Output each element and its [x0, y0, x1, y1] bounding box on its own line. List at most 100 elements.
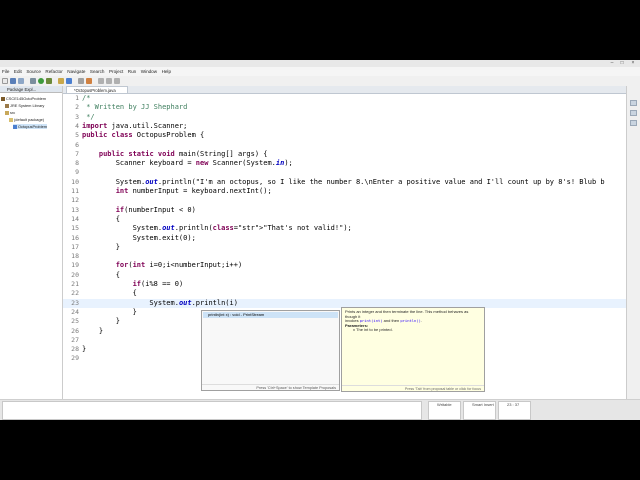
next-annotation-icon[interactable] [98, 78, 104, 84]
line-number: 7 [75, 149, 79, 158]
code-line[interactable]: 3 */ [63, 113, 626, 122]
tree-item-jre[interactable]: JRE System Library [5, 103, 44, 108]
line-number: 26 [71, 326, 79, 335]
code-line[interactable]: 5 public class OctopusProblem { [63, 131, 626, 140]
package-icon [9, 117, 13, 122]
code-text: * Written by JJ Shephard [82, 103, 188, 112]
editor-tab-octopus-problem[interactable]: *OctopusProblem.java [66, 86, 128, 93]
code-text: import java.util.Scanner; [82, 121, 188, 130]
code-text: System.out.println(class="str">"That's n… [82, 224, 352, 233]
tree-item-default-package[interactable]: (default package) [9, 117, 44, 122]
tree-item-java-file[interactable]: OctopusProblem [13, 124, 47, 129]
search-icon[interactable] [86, 78, 92, 84]
content-assist-popup[interactable]: println(int x) : void - PrintStream Pres… [201, 310, 340, 391]
code-text: for(int i=0;i<numberInput;i++) [115, 261, 243, 270]
line-number: 19 [71, 261, 79, 270]
code-line[interactable]: 17 } [63, 243, 626, 252]
code-line[interactable]: 9 [63, 168, 626, 177]
code-text: if(numberInput < 0) [115, 205, 196, 214]
menu-window[interactable]: Window [141, 69, 157, 74]
code-text: public static void main(String[] args) { [98, 149, 268, 158]
code-line[interactable]: 10 System.out.println("I'm an octopus, s… [63, 178, 626, 187]
code-line[interactable]: 7 public static void main(String[] args)… [63, 150, 626, 159]
line-number: 5 [75, 131, 79, 140]
menu-refactor[interactable]: Refactor [45, 69, 62, 74]
line-number: 23 [71, 298, 79, 307]
new-package-icon[interactable] [58, 78, 64, 84]
right-side-trim [626, 86, 640, 399]
code-line[interactable]: 15 System.out.println(class="str">"That'… [63, 224, 626, 233]
code-line[interactable]: 13 if(numberInput < 0) [63, 206, 626, 215]
code-line[interactable]: 4 import java.util.Scanner; [63, 122, 626, 131]
completion-proposal[interactable]: println(int x) : void - PrintStream [203, 312, 338, 318]
menu-search[interactable]: Search [90, 69, 105, 74]
maximize-icon[interactable]: □ [617, 60, 627, 66]
line-number: 14 [71, 214, 79, 223]
minimize-icon[interactable]: – [607, 60, 617, 66]
code-line[interactable]: 2 * Written by JJ Shephard [63, 103, 626, 112]
line-number: 29 [71, 354, 79, 363]
problems-icon[interactable] [630, 120, 637, 126]
tree-item-src[interactable]: src [5, 110, 15, 115]
code-line[interactable]: 12 [63, 196, 626, 205]
code-line[interactable]: 1/* [63, 94, 626, 103]
run-icon[interactable] [38, 78, 44, 84]
library-icon [5, 103, 9, 108]
code-text: Scanner keyboard = new Scanner(System.in… [82, 159, 293, 168]
line-number: 10 [71, 177, 79, 186]
task-list-icon[interactable] [630, 100, 637, 106]
line-number: 4 [75, 121, 79, 130]
code-text: int numberInput = keyboard.nextInt(); [115, 187, 272, 195]
line-number: 16 [71, 233, 79, 242]
code-text: } [82, 317, 120, 326]
external-tools-icon[interactable] [46, 78, 52, 84]
menu-project[interactable]: Project [109, 69, 123, 74]
save-all-icon[interactable] [18, 78, 24, 84]
line-number: 25 [71, 317, 79, 326]
javadoc-hover: Prints an integer and then terminate the… [341, 307, 485, 392]
eclipse-window: – □ × File Edit Source Refactor Navigate… [0, 60, 640, 420]
javadoc-footer: Press 'Tab' from proposal table or click… [342, 385, 484, 391]
code-line[interactable]: 16 System.exit(0); [63, 234, 626, 243]
menu-run[interactable]: Run [128, 69, 136, 74]
save-icon[interactable] [10, 78, 16, 84]
back-icon[interactable] [106, 78, 112, 84]
new-icon[interactable] [2, 78, 8, 84]
menu-source[interactable]: Source [26, 69, 41, 74]
new-class-icon[interactable] [66, 78, 72, 84]
code-text: public class OctopusProblem { [82, 131, 205, 140]
status-bar: Writable Smart Insert 23 : 37 [0, 399, 640, 420]
line-number: 21 [71, 280, 79, 288]
open-type-icon[interactable] [78, 78, 84, 84]
code-text: /* [82, 94, 91, 102]
code-line[interactable]: 8 Scanner keyboard = new Scanner(System.… [63, 159, 626, 168]
line-number: 12 [71, 196, 79, 205]
code-line[interactable]: 20 { [63, 271, 626, 280]
package-explorer: Package Expl... CSCE145OctoProblem JRE S… [0, 86, 63, 399]
package-explorer-tab[interactable]: Package Expl... [0, 86, 62, 93]
code-line[interactable]: 18 [63, 252, 626, 261]
code-line[interactable]: 11 int numberInput = keyboard.nextInt(); [63, 187, 626, 196]
code-line[interactable]: 22 { [63, 289, 626, 298]
tree-item-project[interactable]: CSCE145OctoProblem [1, 96, 46, 101]
code-text: } [82, 326, 104, 335]
code-text: System.out.println(i) [82, 298, 238, 307]
menu-file[interactable]: File [2, 69, 9, 74]
java-file-icon [13, 124, 17, 129]
line-number: 11 [71, 187, 79, 195]
status-insert-mode-field: Smart Insert [463, 401, 496, 420]
code-line[interactable]: 19 for(int i=0;i<numberInput;i++) [63, 261, 626, 270]
close-icon[interactable]: × [628, 60, 638, 66]
line-number: 13 [71, 205, 79, 214]
line-number: 6 [75, 140, 79, 149]
forward-icon[interactable] [114, 78, 120, 84]
status-position-field: 23 : 37 [498, 401, 531, 420]
code-line[interactable]: 6 [63, 141, 626, 150]
menu-navigate[interactable]: Navigate [67, 69, 85, 74]
debug-icon[interactable] [30, 78, 36, 84]
outline-icon[interactable] [630, 110, 637, 116]
menu-edit[interactable]: Edit [14, 69, 22, 74]
menu-help[interactable]: Help [162, 69, 171, 74]
code-line[interactable]: 21 if(i%8 == 0) [63, 280, 626, 289]
code-line[interactable]: 14 { [63, 215, 626, 224]
